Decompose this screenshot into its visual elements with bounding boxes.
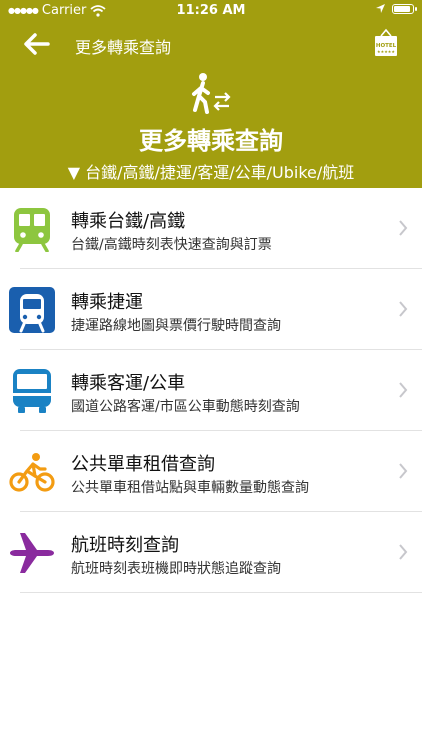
- status-bar: ●●●●● Carrier 11:26 AM: [0, 0, 422, 22]
- list-item-train[interactable]: 轉乘台鐵/高鐵 台鐵/高鐵時刻表快速查詢與訂票: [0, 188, 422, 269]
- header: ●●●●● Carrier 11:26 AM 更多轉乘查詢 HOTEL ★★★★…: [0, 0, 422, 188]
- walking-transfer-icon: [192, 73, 231, 114]
- hero-title: 更多轉乘查詢: [139, 127, 283, 155]
- list-item-title: 轉乘客運/公車: [71, 373, 186, 394]
- chevron-right-icon: [399, 463, 408, 479]
- divider: [20, 592, 422, 593]
- list-item-desc: 航班時刻表班機即時狀態追蹤查詢: [71, 561, 281, 577]
- svg-text:★★★★★: ★★★★★: [377, 49, 395, 54]
- chevron-right-icon: [399, 382, 408, 398]
- list-item-desc: 公共單車租借站點與車輛數量動態查詢: [71, 480, 309, 496]
- bus-icon: [13, 369, 51, 413]
- back-arrow-icon[interactable]: [22, 29, 52, 59]
- list-item-metro[interactable]: 轉乘捷運 捷運路線地圖與票價行駛時間查詢: [0, 269, 422, 350]
- list-item-desc: 台鐵/高鐵時刻表快速查詢與訂票: [71, 237, 272, 253]
- airplane-icon: [10, 533, 54, 573]
- list-item-title: 轉乘台鐵/高鐵: [71, 211, 186, 232]
- metro-icon: [9, 287, 55, 333]
- navigation-bar: 更多轉乘查詢 HOTEL ★★★★★: [0, 26, 422, 62]
- chevron-right-icon: [399, 544, 408, 560]
- list-item-bus[interactable]: 轉乘客運/公車 國道公路客運/市區公車動態時刻查詢: [0, 350, 422, 431]
- hero-subtitle: ▼ 台鐵/高鐵/捷運/客運/公車/Ubike/航班: [67, 163, 355, 182]
- train-icon: [14, 208, 50, 252]
- chevron-right-icon: [399, 220, 408, 236]
- location-icon: [376, 4, 385, 13]
- chevron-right-icon: [399, 301, 408, 317]
- list-item-flight[interactable]: 航班時刻查詢 航班時刻表班機即時狀態追蹤查詢: [0, 512, 422, 593]
- bicycle-icon: [9, 453, 55, 492]
- battery-icon: [392, 3, 417, 14]
- list-item-title: 公共單車租借查詢: [71, 454, 215, 475]
- list-item-desc: 國道公路客運/市區公車動態時刻查詢: [71, 399, 300, 415]
- nav-title: 更多轉乘查詢: [75, 38, 172, 57]
- list-item-desc: 捷運路線地圖與票價行駛時間查詢: [71, 318, 281, 334]
- hotel-icon[interactable]: HOTEL ★★★★★: [372, 28, 400, 58]
- status-time: 11:26 AM: [176, 3, 246, 18]
- list-item-bicycle[interactable]: 公共單車租借查詢 公共單車租借站點與車輛數量動態查詢: [0, 431, 422, 512]
- list-item-title: 轉乘捷運: [71, 292, 143, 313]
- list-item-title: 航班時刻查詢: [71, 535, 179, 556]
- transfer-list: 轉乘台鐵/高鐵 台鐵/高鐵時刻表快速查詢與訂票 轉乘捷運 捷運路線地圖與票價行駛…: [0, 188, 422, 593]
